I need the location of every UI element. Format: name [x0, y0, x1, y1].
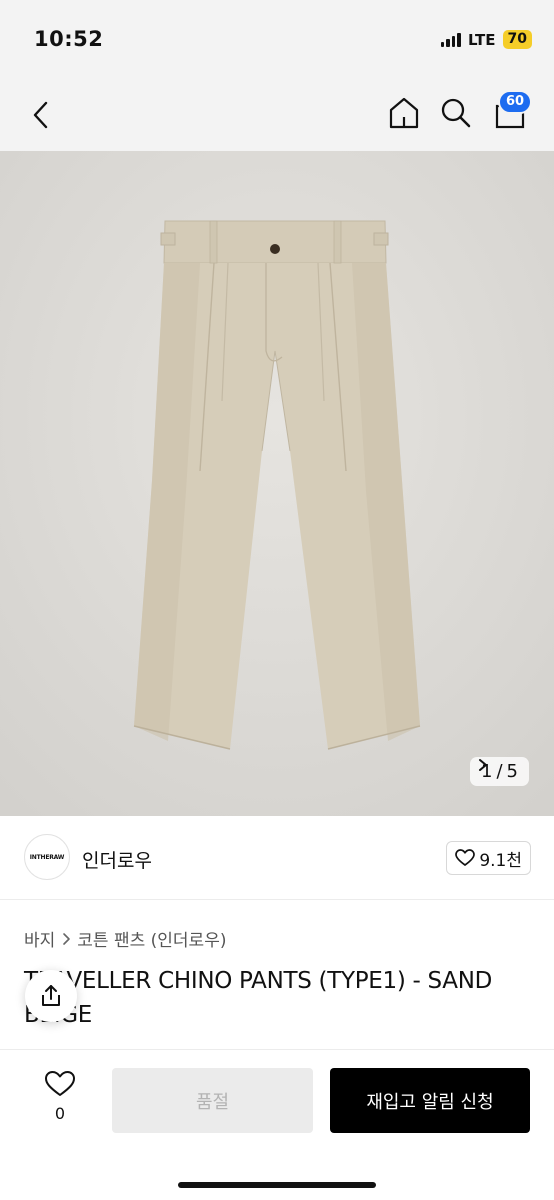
breadcrumb: 바지 코튼 팬츠 (인더로우)	[24, 926, 226, 951]
heart-icon	[45, 1071, 75, 1096]
share-icon	[42, 985, 60, 1006]
brand-logo[interactable]: INTHERAW	[24, 834, 70, 880]
restock-alert-button[interactable]: 재입고 알림 신청	[330, 1068, 530, 1133]
brand-logo-text: INTHERAW	[29, 853, 65, 861]
cart-count-badge: 60	[498, 90, 533, 114]
home-button[interactable]	[386, 95, 422, 131]
brand-row: INTHERAW 인더로우 9.1천	[0, 816, 554, 900]
share-button[interactable]	[25, 970, 77, 1022]
back-icon	[33, 101, 48, 129]
chevron-right-icon	[63, 932, 71, 945]
back-button[interactable]	[26, 98, 56, 132]
product-title: TRAVELLER CHINO PANTS (TYPE1) - SAND BEI…	[24, 968, 493, 1028]
home-icon	[389, 97, 419, 129]
home-indicator	[178, 1182, 376, 1188]
brand-name[interactable]: 인더로우	[82, 846, 152, 873]
heart-icon	[455, 849, 476, 866]
brand-like-count: 9.1천	[479, 850, 522, 871]
chevron-right-icon	[479, 759, 488, 771]
battery-indicator: 70	[502, 30, 532, 49]
product-image-carousel[interactable]: 1 / 5	[0, 151, 554, 816]
search-icon	[441, 98, 471, 128]
product-image	[0, 151, 554, 816]
wish-count: 0	[54, 1104, 66, 1123]
image-counter[interactable]: 1 / 5	[470, 757, 529, 786]
network-label: LTE	[467, 30, 496, 49]
bottom-action-bar: 0 품절 재입고 알림 신청	[0, 1049, 554, 1200]
breadcrumb-subcategory[interactable]: 코튼 팬츠 (인더로우)	[77, 926, 226, 951]
image-counter-total: 5	[506, 761, 518, 782]
top-nav: 60	[0, 80, 554, 151]
brand-like-button[interactable]: 9.1천	[446, 841, 531, 875]
status-bar: 10:52 LTE 70	[0, 0, 554, 80]
status-time: 10:52	[34, 27, 104, 51]
wish-button[interactable]: 0	[40, 1070, 80, 1123]
image-counter-separator: /	[496, 761, 503, 782]
soldout-button: 품절	[112, 1068, 313, 1133]
signal-icon	[440, 32, 461, 47]
breadcrumb-category[interactable]: 바지	[24, 926, 55, 951]
status-indicators: LTE 70	[440, 30, 532, 49]
search-button[interactable]	[438, 95, 474, 131]
